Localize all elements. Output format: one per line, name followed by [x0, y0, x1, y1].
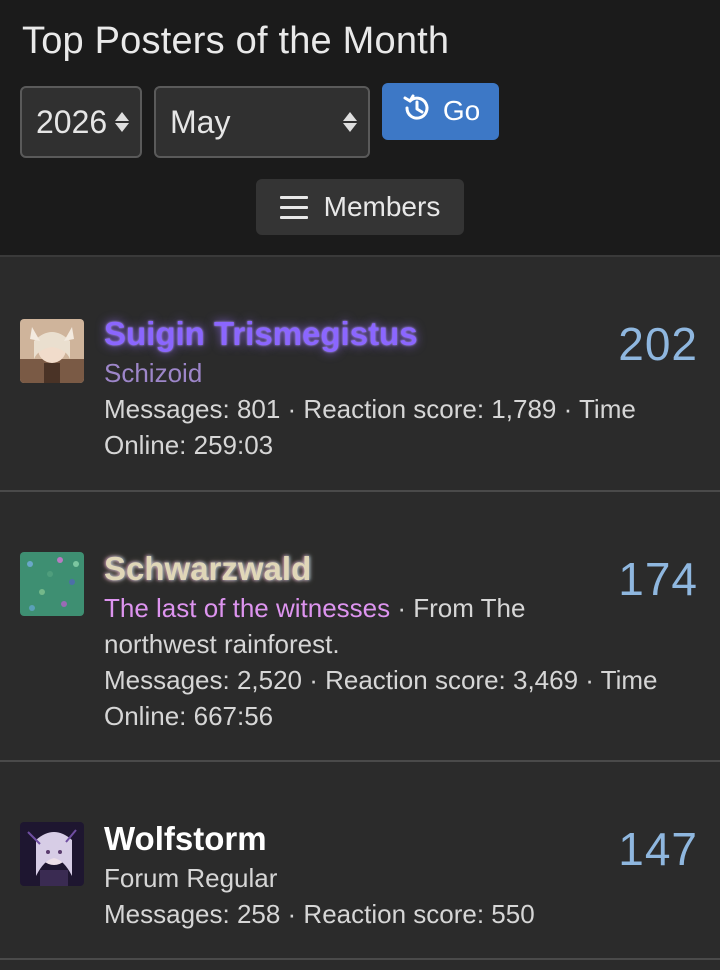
go-button-label: Go	[442, 95, 481, 126]
username-link[interactable]: Wolfstorm	[104, 818, 680, 860]
user-title: Forum Regular	[104, 863, 278, 893]
list-item: Schwarzwald The last of the witnesses · …	[0, 492, 720, 762]
username-link[interactable]: Schwarzwald	[104, 548, 680, 590]
user-title: Schizoid	[104, 358, 203, 388]
select-arrows-icon	[342, 112, 358, 132]
user-title-line: The last of the witnesses · From The	[104, 590, 680, 626]
post-count: 202	[618, 318, 698, 370]
list-item: Wolfstorm Forum Regular Messages: 258 · …	[0, 762, 720, 960]
poster-info: Wolfstorm Forum Regular Messages: 258 · …	[104, 818, 680, 932]
username-link[interactable]: Suigin Trismegistus	[104, 313, 680, 355]
list-item: Suigin Trismegistus Schizoid Messages: 8…	[0, 257, 720, 492]
date-controls: 2026 May Go	[20, 82, 499, 158]
user-stats-line: Messages: 2,520 · Reaction score: 3,469 …	[104, 665, 658, 695]
members-menu-button[interactable]: Members	[256, 179, 464, 235]
separator-dot: ·	[390, 593, 414, 623]
top-posters-list: Suigin Trismegistus Schizoid Messages: 8…	[0, 257, 720, 960]
post-count: 147	[618, 823, 698, 875]
year-select[interactable]: 2026	[20, 86, 142, 158]
month-select-value: May	[170, 103, 231, 140]
month-select[interactable]: May	[154, 86, 370, 158]
avatar[interactable]	[20, 822, 84, 886]
select-arrows-icon	[114, 112, 130, 132]
hamburger-icon	[279, 195, 308, 219]
poster-info: Schwarzwald The last of the witnesses · …	[104, 548, 680, 734]
user-stats-line: Online: 667:56	[104, 701, 274, 731]
user-stats-line: Online: 259:03	[104, 430, 274, 460]
page-title: Top Posters of the Month	[22, 20, 450, 62]
avatar[interactable]	[20, 552, 84, 616]
poster-info: Suigin Trismegistus Schizoid Messages: 8…	[104, 313, 680, 463]
year-select-value: 2026	[36, 103, 108, 140]
user-stats-line: Messages: 801 · Reaction score: 1,789 · …	[104, 394, 636, 424]
user-title: The last of the witnesses	[104, 593, 391, 623]
members-button-label: Members	[323, 191, 441, 222]
user-location: From The	[413, 593, 526, 623]
filter-header: Top Posters of the Month 2026 May Go Mem…	[0, 0, 720, 257]
post-count: 174	[618, 553, 698, 605]
user-location-continued: northwest rainforest.	[104, 629, 340, 659]
history-icon	[401, 92, 433, 131]
user-stats-line: Messages: 258 · Reaction score: 550	[104, 899, 535, 929]
avatar[interactable]	[20, 319, 84, 383]
go-button[interactable]: Go	[382, 82, 499, 140]
